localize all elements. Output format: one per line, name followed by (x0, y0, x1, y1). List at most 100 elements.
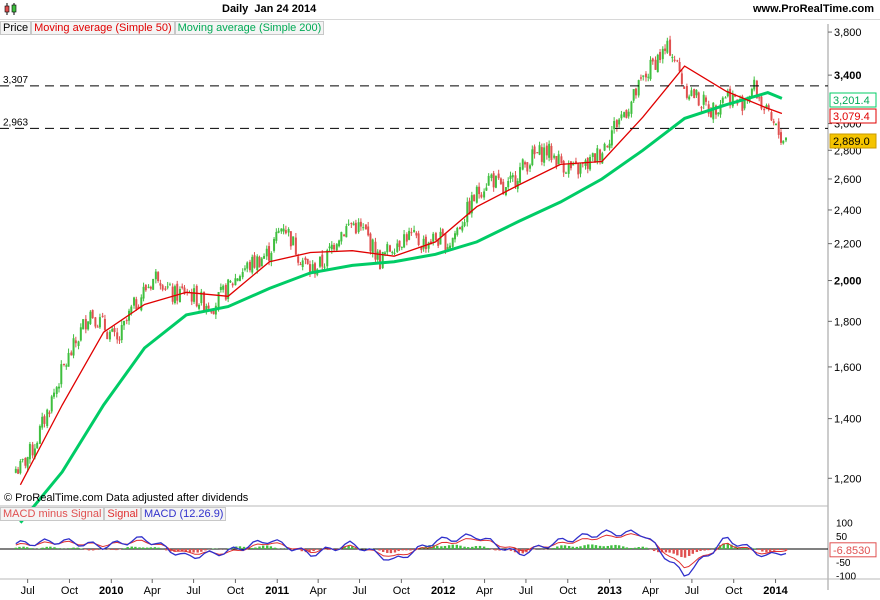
candle-body (280, 228, 283, 232)
candle-body (113, 327, 116, 333)
candle-body (529, 165, 532, 169)
candle-body (87, 321, 90, 330)
macd-tick-label: -50 (836, 558, 851, 569)
candle-body (168, 284, 171, 286)
y-tick-label: 1,400 (834, 414, 862, 426)
last-value-label: 2,889.0 (833, 136, 870, 148)
x-tick-label: 2012 (431, 585, 455, 597)
candle-body (43, 416, 46, 424)
macd-hist-bar (703, 549, 706, 551)
candle-body (475, 186, 478, 203)
candle-body (118, 339, 121, 341)
candle-body (564, 172, 567, 174)
y-tick-label: 1,200 (834, 473, 862, 485)
macd-hist-bar (254, 547, 257, 549)
candle-body (473, 195, 476, 202)
candle-body (63, 363, 66, 365)
candle-body (144, 284, 147, 291)
candle-body (417, 233, 420, 246)
candle-body (405, 234, 408, 242)
candle-body (550, 145, 553, 161)
last-value-label: 3,201.4 (833, 95, 870, 107)
candle-body (371, 239, 374, 254)
candle-body (256, 256, 259, 271)
candle-body (526, 162, 529, 172)
candle-body (724, 97, 727, 99)
candle-body (678, 61, 681, 72)
candle-body (709, 110, 712, 118)
macd-hist-bar (149, 547, 153, 549)
macd-hist-bar (138, 547, 141, 549)
macd-hist-bar (466, 547, 470, 549)
candle-body (454, 233, 457, 240)
candle-body (364, 224, 367, 230)
macd-hist-bar (772, 549, 776, 551)
candle-body (610, 130, 613, 146)
candle-body (376, 251, 379, 260)
candle-body (277, 230, 280, 233)
macd-hist-bar (579, 546, 582, 549)
candle-body (671, 56, 674, 59)
candle-body (362, 227, 365, 229)
candle-body (241, 272, 244, 278)
macd-hist-bar (664, 549, 668, 553)
macd-hist-bar (680, 549, 683, 558)
candle-body (275, 231, 278, 241)
candle-body (702, 94, 705, 105)
candle-body (782, 140, 785, 144)
candle-body (408, 230, 411, 240)
macd-hist-bar (780, 549, 784, 551)
candle-body (451, 237, 454, 247)
candle-body (106, 332, 109, 340)
macd-hist-bar (273, 547, 277, 549)
candle-body (74, 340, 77, 344)
candle-body (459, 227, 462, 230)
candle-body (586, 158, 589, 169)
candle-body (461, 225, 464, 231)
candle-body (424, 236, 427, 250)
candle-body (712, 102, 715, 120)
candle-body (560, 156, 563, 163)
candle-body (540, 147, 543, 162)
candle-body (613, 120, 616, 130)
x-tick-label: Apr (144, 585, 161, 597)
macd-hist-bar (316, 549, 319, 550)
candle-body (704, 97, 707, 102)
candle-body (149, 286, 152, 289)
macd-hist-bar (165, 549, 168, 551)
macd-hist-bar (575, 546, 579, 549)
candle-body (357, 222, 360, 233)
legend-signal[interactable]: Signal (104, 507, 141, 521)
macd-hist-bar (200, 549, 203, 552)
y-tick-label: 2,600 (834, 174, 862, 186)
candle-body (753, 79, 756, 90)
candle-body (50, 396, 53, 412)
x-tick-label: Jul (519, 585, 533, 597)
candle-body (108, 331, 111, 340)
candle-body (352, 223, 355, 226)
macd-hist-bar (482, 546, 486, 549)
macd-line (15, 529, 787, 577)
candle-body (499, 178, 502, 184)
macd-hist-bar (386, 549, 389, 553)
candle-body (654, 59, 657, 70)
candle-body (84, 318, 87, 330)
legend-macd[interactable]: MACD (12.26.9) (141, 507, 227, 521)
candle-body (393, 252, 396, 254)
candle-body (120, 325, 123, 341)
macd-tick-label: 100 (836, 519, 853, 530)
legend-macd-hist[interactable]: MACD minus Signal (0, 507, 105, 521)
x-tick-label: Apr (476, 585, 493, 597)
candle-body (545, 145, 548, 156)
candle-body (519, 167, 522, 183)
candle-body (193, 288, 196, 302)
macd-hist-bar (56, 548, 60, 549)
macd-hist-bar (471, 546, 474, 549)
macd-hist-bar (84, 549, 87, 550)
macd-hist-bar (459, 545, 462, 549)
candle-body (328, 246, 331, 249)
macd-hist-bar (652, 549, 656, 552)
candle-body (125, 320, 128, 322)
candle-body (396, 243, 399, 252)
candle-body (758, 97, 761, 99)
